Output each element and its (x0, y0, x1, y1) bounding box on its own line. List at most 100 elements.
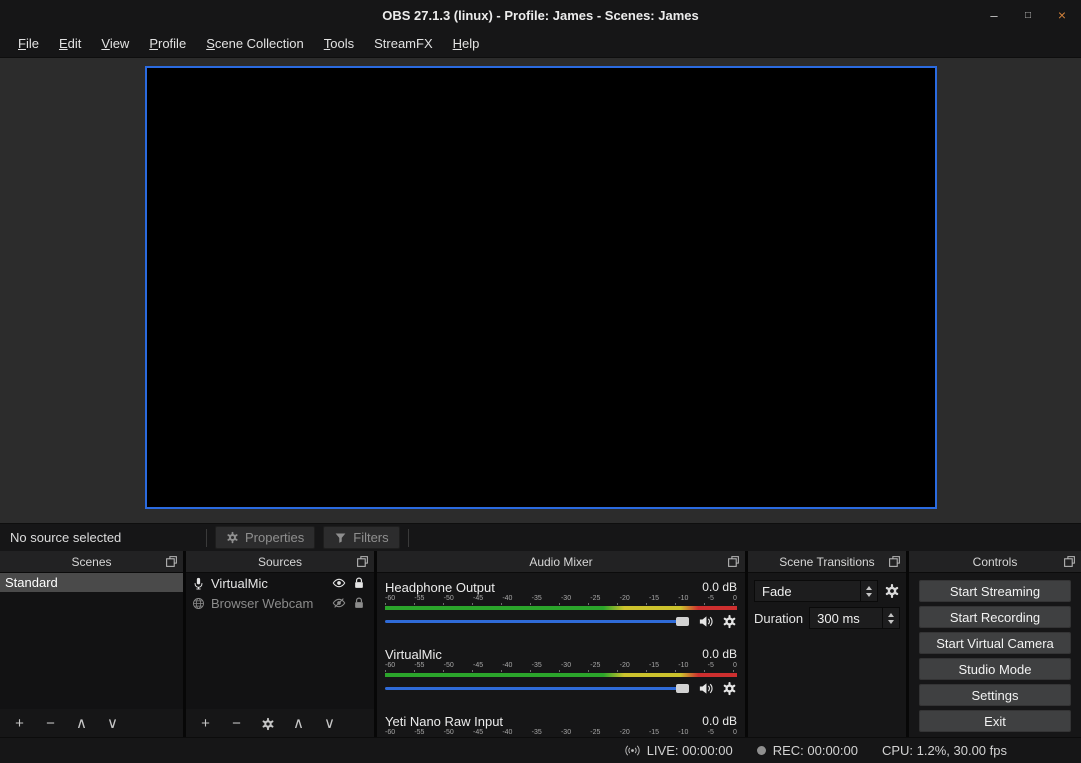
broadcast-icon (625, 743, 640, 758)
lock-icon[interactable] (352, 576, 366, 590)
move-scene-up-button[interactable]: ∧ (74, 716, 89, 731)
microphone-icon (192, 577, 205, 590)
popout-dock-icon[interactable] (165, 555, 178, 568)
popout-dock-icon[interactable] (1063, 555, 1076, 568)
remove-source-button[interactable]: − (229, 716, 244, 731)
window-title: OBS 27.1.3 (linux) - Profile: James - Sc… (382, 8, 698, 23)
source-properties-gear-icon[interactable] (260, 715, 275, 730)
add-scene-button[interactable]: + (12, 716, 27, 731)
settings-button[interactable]: Settings (919, 684, 1071, 706)
menu-file[interactable]: File (8, 31, 49, 56)
combo-spinner[interactable] (860, 581, 877, 601)
menu-profile[interactable]: Profile (139, 31, 196, 56)
sources-dock-header: Sources (186, 551, 374, 573)
meter-tick-marks (385, 670, 737, 672)
mixer-channel: VirtualMic 0.0 dB -60-55-50-45-40-35-30-… (385, 646, 737, 697)
menu-streamfx[interactable]: StreamFX (364, 31, 443, 56)
dock-row: Scenes Standard + − ∧ ∨ Sources (0, 551, 1081, 737)
channel-level: 0.0 dB (702, 647, 737, 661)
menu-edit[interactable]: Edit (49, 31, 91, 56)
toolbar-separator (206, 529, 207, 547)
mixer-dock-title: Audio Mixer (529, 555, 592, 569)
filters-button[interactable]: Filters (323, 526, 399, 549)
start-virtual-camera-button[interactable]: Start Virtual Camera (919, 632, 1071, 654)
controls-dock: Controls Start Streaming Start Recording… (909, 551, 1081, 737)
controls-dock-body: Start Streaming Start Recording Start Vi… (909, 573, 1081, 737)
exit-button[interactable]: Exit (919, 710, 1071, 732)
close-button[interactable]: × (1053, 7, 1071, 23)
channel-settings-gear-icon[interactable] (722, 681, 737, 696)
popout-dock-icon[interactable] (727, 555, 740, 568)
add-source-button[interactable]: + (198, 716, 213, 731)
scenes-toolbar: + − ∧ ∨ (0, 709, 183, 737)
transition-settings-gear-icon[interactable] (884, 583, 900, 599)
transitions-dock-header: Scene Transitions (748, 551, 906, 573)
chevron-down-icon[interactable] (866, 593, 872, 597)
move-source-down-button[interactable]: ∨ (322, 716, 337, 731)
source-name: VirtualMic (211, 576, 326, 591)
meter-scale: -60-55-50-45-40-35-30-25-20-15-10-50 (385, 662, 737, 670)
obs-window: OBS 27.1.3 (linux) - Profile: James - Sc… (0, 0, 1081, 763)
visibility-eye-icon[interactable] (332, 576, 346, 590)
duration-spinbox[interactable]: 300 ms (809, 607, 900, 629)
properties-button[interactable]: Properties (215, 526, 315, 549)
scenes-dock-body: Standard + − ∧ ∨ (0, 573, 183, 737)
preview-canvas[interactable] (145, 66, 937, 509)
source-name: Browser Webcam (211, 596, 326, 611)
controls-dock-title: Controls (973, 555, 1018, 569)
source-item[interactable]: Browser Webcam (186, 593, 374, 613)
menu-view[interactable]: View (91, 31, 139, 56)
scene-list: Standard (0, 573, 183, 709)
filters-label: Filters (353, 530, 388, 545)
source-status-label: No source selected (0, 530, 202, 545)
channel-level: 0.0 dB (702, 580, 737, 594)
live-time: LIVE: 00:00:00 (647, 743, 733, 758)
volume-slider-handle[interactable] (676, 617, 689, 626)
studio-mode-button[interactable]: Studio Mode (919, 658, 1071, 680)
popout-dock-icon[interactable] (356, 555, 369, 568)
menu-help[interactable]: Help (443, 31, 490, 56)
mixer-channel: Yeti Nano Raw Input 0.0 dB -60-55-50-45-… (385, 713, 737, 737)
channel-level: 0.0 dB (702, 714, 737, 728)
properties-label: Properties (245, 530, 304, 545)
lock-icon[interactable] (352, 596, 366, 610)
spinbox-arrows[interactable] (882, 608, 899, 628)
channel-name: VirtualMic (385, 647, 442, 662)
minimize-button[interactable]: – (985, 8, 1003, 23)
audio-mixer-dock: Audio Mixer Headphone Output 0.0 dB -60-… (377, 551, 745, 737)
live-status: LIVE: 00:00:00 (625, 743, 733, 758)
scene-item[interactable]: Standard (0, 573, 183, 592)
menu-tools[interactable]: Tools (314, 31, 364, 56)
move-scene-down-button[interactable]: ∨ (105, 716, 120, 731)
start-recording-button[interactable]: Start Recording (919, 606, 1071, 628)
transition-select[interactable]: Fade (754, 580, 878, 602)
sources-toolbar: + − ∧ ∨ (186, 709, 374, 737)
speaker-icon[interactable] (698, 681, 713, 696)
status-bar: LIVE: 00:00:00 REC: 00:00:00 CPU: 1.2%, … (0, 737, 1081, 763)
channel-settings-gear-icon[interactable] (722, 614, 737, 629)
rec-status: REC: 00:00:00 (757, 743, 858, 758)
channel-name: Headphone Output (385, 580, 495, 595)
visibility-eye-slash-icon[interactable] (332, 596, 346, 610)
menu-scene-collection[interactable]: Scene Collection (196, 31, 314, 56)
chevron-down-icon[interactable] (888, 620, 894, 624)
chevron-up-icon[interactable] (888, 613, 894, 617)
meter-tick-marks (385, 603, 737, 605)
meter-scale: -60-55-50-45-40-35-30-25-20-15-10-50 (385, 595, 737, 603)
volume-slider[interactable] (385, 687, 689, 690)
chevron-up-icon[interactable] (866, 586, 872, 590)
popout-dock-icon[interactable] (888, 555, 901, 568)
move-source-up-button[interactable]: ∧ (291, 716, 306, 731)
maximize-button[interactable]: □ (1019, 10, 1037, 21)
sources-dock: Sources VirtualMic Browser Webcam (186, 551, 374, 737)
source-item[interactable]: VirtualMic (186, 573, 374, 593)
start-streaming-button[interactable]: Start Streaming (919, 580, 1071, 602)
speaker-icon[interactable] (698, 614, 713, 629)
sources-dock-body: VirtualMic Browser Webcam + − ∧ (186, 573, 374, 737)
transition-selected-value: Fade (755, 584, 860, 599)
window-titlebar: OBS 27.1.3 (linux) - Profile: James - Sc… (0, 0, 1081, 30)
mixer-dock-body: Headphone Output 0.0 dB -60-55-50-45-40-… (377, 573, 745, 737)
volume-slider[interactable] (385, 620, 689, 623)
volume-slider-handle[interactable] (676, 684, 689, 693)
remove-scene-button[interactable]: − (43, 716, 58, 731)
